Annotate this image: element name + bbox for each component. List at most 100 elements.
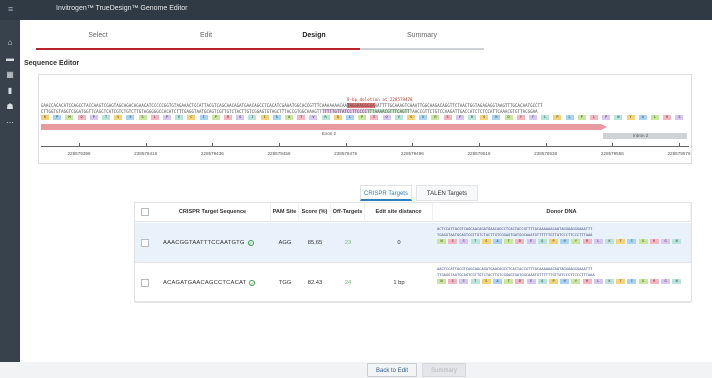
ruler-position-label: 228579556 xyxy=(600,151,624,156)
check-circle-icon: ✓ xyxy=(247,240,254,246)
table-row[interactable]: ACAGATGAACAGCCTCACAT ✓ TGG 82.43 24 1 bp… xyxy=(135,263,691,303)
donor-amino-acid: S xyxy=(448,239,458,244)
step-edit[interactable]: Edit xyxy=(144,26,268,50)
donor-amino-acid: T xyxy=(504,239,514,244)
donor-amino-acid: L xyxy=(593,239,603,244)
off-targets-link[interactable]: 23 xyxy=(331,223,365,263)
crispr-targets-table: CRISPR Target Sequence PAM Site Score (%… xyxy=(134,202,692,303)
amino-acid: E xyxy=(175,115,184,120)
donor-amino-acid: T xyxy=(616,239,626,244)
step-summary[interactable]: Summary xyxy=(360,26,484,50)
document-icon[interactable]: ▮ xyxy=(5,86,15,96)
donor-amino-acid: N xyxy=(672,279,682,284)
amino-acid: K xyxy=(41,115,49,120)
users-icon[interactable]: ☗ xyxy=(5,102,15,112)
score-cell: 85.65 xyxy=(307,240,323,246)
amino-acid: T xyxy=(297,115,306,120)
donor-amino-acid: R xyxy=(649,239,659,244)
more-icon[interactable]: ⋯ xyxy=(5,118,15,128)
donor-amino-acid: Q xyxy=(537,239,547,244)
step-design[interactable]: Design xyxy=(252,26,376,50)
main-content: Select Edit Design Summary Sequence Edit… xyxy=(20,20,712,377)
amino-acid: R xyxy=(492,115,501,120)
amino-acid: P xyxy=(455,115,464,120)
tab-talen-targets[interactable]: TALEN Targets xyxy=(416,185,478,201)
column-header[interactable]: PAM Site xyxy=(271,203,299,222)
step-select[interactable]: Select xyxy=(36,26,160,50)
edit-distance-cell: 1 bp xyxy=(393,280,405,286)
amino-acid: S xyxy=(126,115,135,120)
tab-crispr-targets[interactable]: CRISPR Targets xyxy=(360,185,412,201)
sequence-top-strand: GAACCACACATCCAGCCTACCAAGTCGAGTAGCAGACAGA… xyxy=(41,103,543,108)
ruler-tick xyxy=(145,143,147,146)
table-header: CRISPR Target Sequence PAM Site Score (%… xyxy=(135,203,691,222)
donor-amino-acid: R xyxy=(582,239,592,244)
amino-acid: R xyxy=(431,115,440,120)
app-header: ≡ Invitrogen™ TrueDesign™ Genome Editor xyxy=(0,0,712,20)
amino-acid: P xyxy=(53,115,62,120)
amino-acid: L xyxy=(346,115,354,120)
ruler-tick xyxy=(412,143,414,146)
donor-amino-acid: H xyxy=(560,239,570,244)
target-sequence: AAACGGTAATTTCCAATGTG xyxy=(163,240,245,246)
column-header[interactable]: Score (%) xyxy=(299,203,331,222)
select-all-checkbox[interactable] xyxy=(141,208,149,216)
donor-amino-acid: T xyxy=(470,239,480,244)
donor-amino-acid: T xyxy=(616,279,626,284)
donor-amino-acid: Y xyxy=(571,239,581,244)
pam-site-cell: TGG xyxy=(278,280,292,286)
exon-feature[interactable] xyxy=(41,124,607,130)
check-circle-icon: ✓ xyxy=(249,280,256,286)
exon-label: Exon 2 xyxy=(322,131,337,136)
sequence-viewer[interactable]: 8-bp deletion at 228579478 GAACCACACATCC… xyxy=(38,74,692,164)
donor-amino-acid: P xyxy=(549,239,558,244)
workflow-steps: Select Edit Design Summary xyxy=(20,20,712,58)
ruler-position-label: 228579456 xyxy=(267,151,291,156)
row-checkbox[interactable] xyxy=(141,239,149,247)
row-checkbox[interactable] xyxy=(141,279,149,287)
ruler-tick xyxy=(545,143,547,146)
position-ruler xyxy=(41,146,689,147)
donor-amino-acid: R xyxy=(649,279,659,284)
amino-acid: S xyxy=(272,115,281,120)
donor-dna-cell: ACTCCATTACGTCAGCAACAGATGAACAGCCTCACTACCG… xyxy=(437,226,689,245)
amino-acid: P xyxy=(577,115,586,120)
amino-acid: M xyxy=(65,115,74,120)
ruler-position-label: 228579476 xyxy=(334,151,358,156)
amino-acid: S xyxy=(675,115,684,120)
amino-acid: A xyxy=(285,115,293,120)
amino-acid: P xyxy=(553,115,562,120)
donor-amino-acid: D xyxy=(515,239,525,244)
amino-acid: L xyxy=(150,115,159,120)
back-to-edit-button[interactable]: Back to Edit xyxy=(367,363,417,377)
donor-amino-acid: S xyxy=(481,239,491,244)
ruler-position-label: 228579576 xyxy=(667,151,691,156)
column-header[interactable]: Edit site distance xyxy=(365,203,433,222)
column-header[interactable]: CRISPR Target Sequence xyxy=(155,203,271,222)
amino-acid: Y xyxy=(516,115,525,120)
amino-acid: I xyxy=(260,115,269,120)
donor-amino-acid: G xyxy=(638,239,648,244)
column-header[interactable]: Off-Targets xyxy=(331,203,365,222)
amino-acid: L xyxy=(590,115,598,120)
summary-button[interactable]: Summary xyxy=(422,363,466,377)
amino-acid: S xyxy=(138,115,147,120)
amino-acid: P xyxy=(89,115,98,120)
table-row[interactable]: AAACGGTAATTTCCAATGTG ✓ AGG 85.65 23 0 AC… xyxy=(135,223,691,263)
column-header[interactable]: Donor DNA xyxy=(433,203,691,222)
intron-label: Intron 2 xyxy=(633,133,649,138)
sequence-bottom-strand: CTTGGTGTAGGTCGGATGGTTCAGCTCATCGTCTGTCTTG… xyxy=(41,109,538,114)
menu-icon[interactable]: ≡ xyxy=(8,5,17,14)
ruler-tick xyxy=(345,143,347,146)
folder-icon[interactable]: ▬ xyxy=(5,54,15,64)
off-targets-link[interactable]: 24 xyxy=(331,263,365,303)
score-cell: 82.43 xyxy=(307,280,323,286)
amino-acid: R xyxy=(663,115,672,120)
donor-amino-acid: T xyxy=(470,279,480,284)
home-icon[interactable]: ⌂ xyxy=(5,38,15,48)
amino-acid: I xyxy=(199,115,208,120)
grid-icon[interactable]: ▦ xyxy=(5,70,15,80)
donor-amino-acid: T xyxy=(504,279,514,284)
amino-acid: P xyxy=(358,115,367,120)
amino-acid: L xyxy=(541,115,550,120)
